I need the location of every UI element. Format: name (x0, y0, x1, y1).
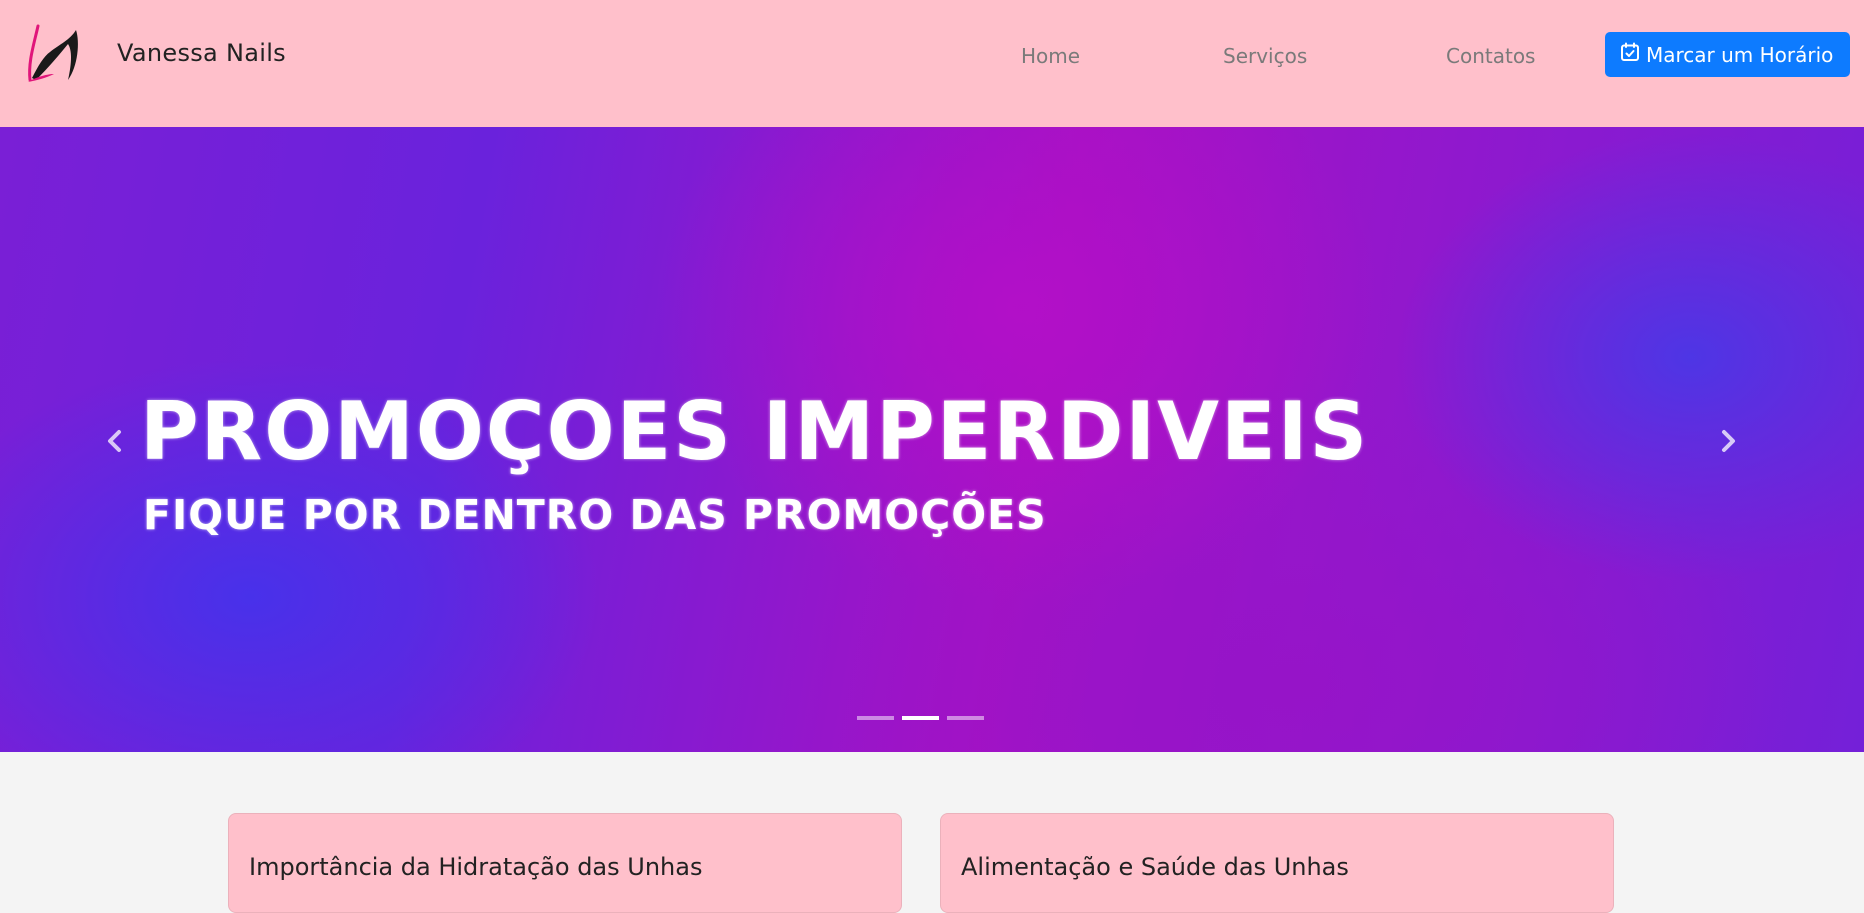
promo-carousel: PROMOÇOES IMPERDIVEIS FIQUE POR DENTRO D… (0, 127, 1864, 752)
nav-link-servicos[interactable]: Serviços (1223, 43, 1307, 69)
carousel-indicator[interactable] (947, 716, 984, 720)
slide-subtitle: FIQUE POR DENTRO DAS PROMOÇÕES (143, 491, 1047, 539)
calendar-check-icon (1620, 42, 1646, 67)
brand-name[interactable]: Vanessa Nails (117, 38, 286, 68)
carousel-prev-button[interactable] (95, 423, 135, 463)
article-card[interactable]: Importância da Hidratação das Unhas (228, 813, 902, 913)
nav-link-contatos[interactable]: Contatos (1446, 43, 1535, 69)
carousel-indicator[interactable] (902, 716, 939, 720)
article-card-title: Alimentação e Saúde das Unhas (961, 853, 1349, 881)
chevron-right-icon (1718, 429, 1738, 457)
book-appointment-button[interactable]: Marcar um Horário (1605, 32, 1850, 77)
book-appointment-label: Marcar um Horário (1646, 42, 1834, 67)
carousel-next-button[interactable] (1708, 423, 1748, 463)
carousel-indicators (857, 716, 984, 720)
chevron-left-icon (105, 429, 125, 457)
nav-link-home[interactable]: Home (1021, 43, 1080, 69)
article-card-title: Importância da Hidratação das Unhas (249, 853, 703, 881)
article-card[interactable]: Alimentação e Saúde das Unhas (940, 813, 1614, 913)
navbar: Vanessa Nails Home Serviços Contatos Mar… (0, 0, 1864, 127)
vn-logo-icon[interactable] (24, 22, 84, 82)
slide-title: PROMOÇOES IMPERDIVEIS (140, 385, 1370, 478)
carousel-indicator[interactable] (857, 716, 894, 720)
